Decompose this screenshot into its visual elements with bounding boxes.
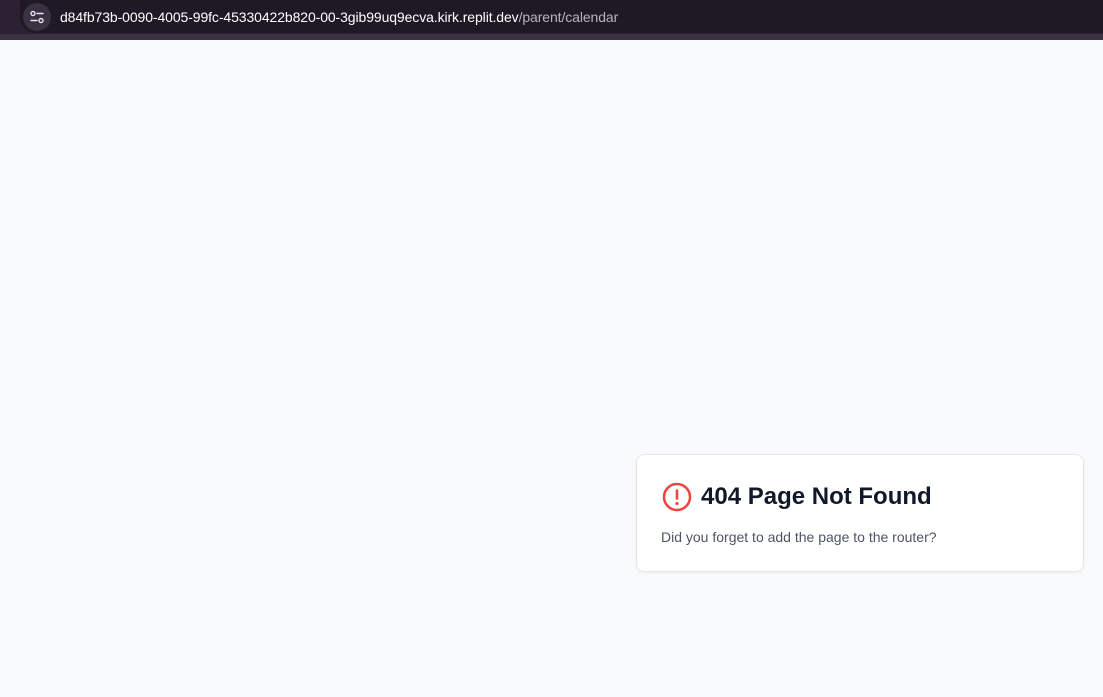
page-content: 404 Page Not Found Did you forget to add… [0, 40, 1103, 697]
address-bar[interactable]: d84fb73b-0090-4005-99fc-45330422b820-00-… [20, 0, 1103, 33]
tune-icon [30, 10, 44, 23]
error-message: Did you forget to add the page to the ro… [661, 529, 937, 545]
page-title: 404 Page Not Found [701, 483, 932, 510]
not-found-card: 404 Page Not Found Did you forget to add… [636, 454, 1084, 572]
url-host: d84fb73b-0090-4005-99fc-45330422b820-00-… [60, 8, 519, 25]
url-text[interactable]: d84fb73b-0090-4005-99fc-45330422b820-00-… [60, 9, 618, 25]
browser-toolbar: d84fb73b-0090-4005-99fc-45330422b820-00-… [0, 0, 1103, 40]
card-header: 404 Page Not Found [661, 481, 932, 513]
alert-circle-icon [661, 481, 693, 513]
url-path: /parent/calendar [518, 8, 619, 25]
site-info-button[interactable] [23, 2, 51, 31]
